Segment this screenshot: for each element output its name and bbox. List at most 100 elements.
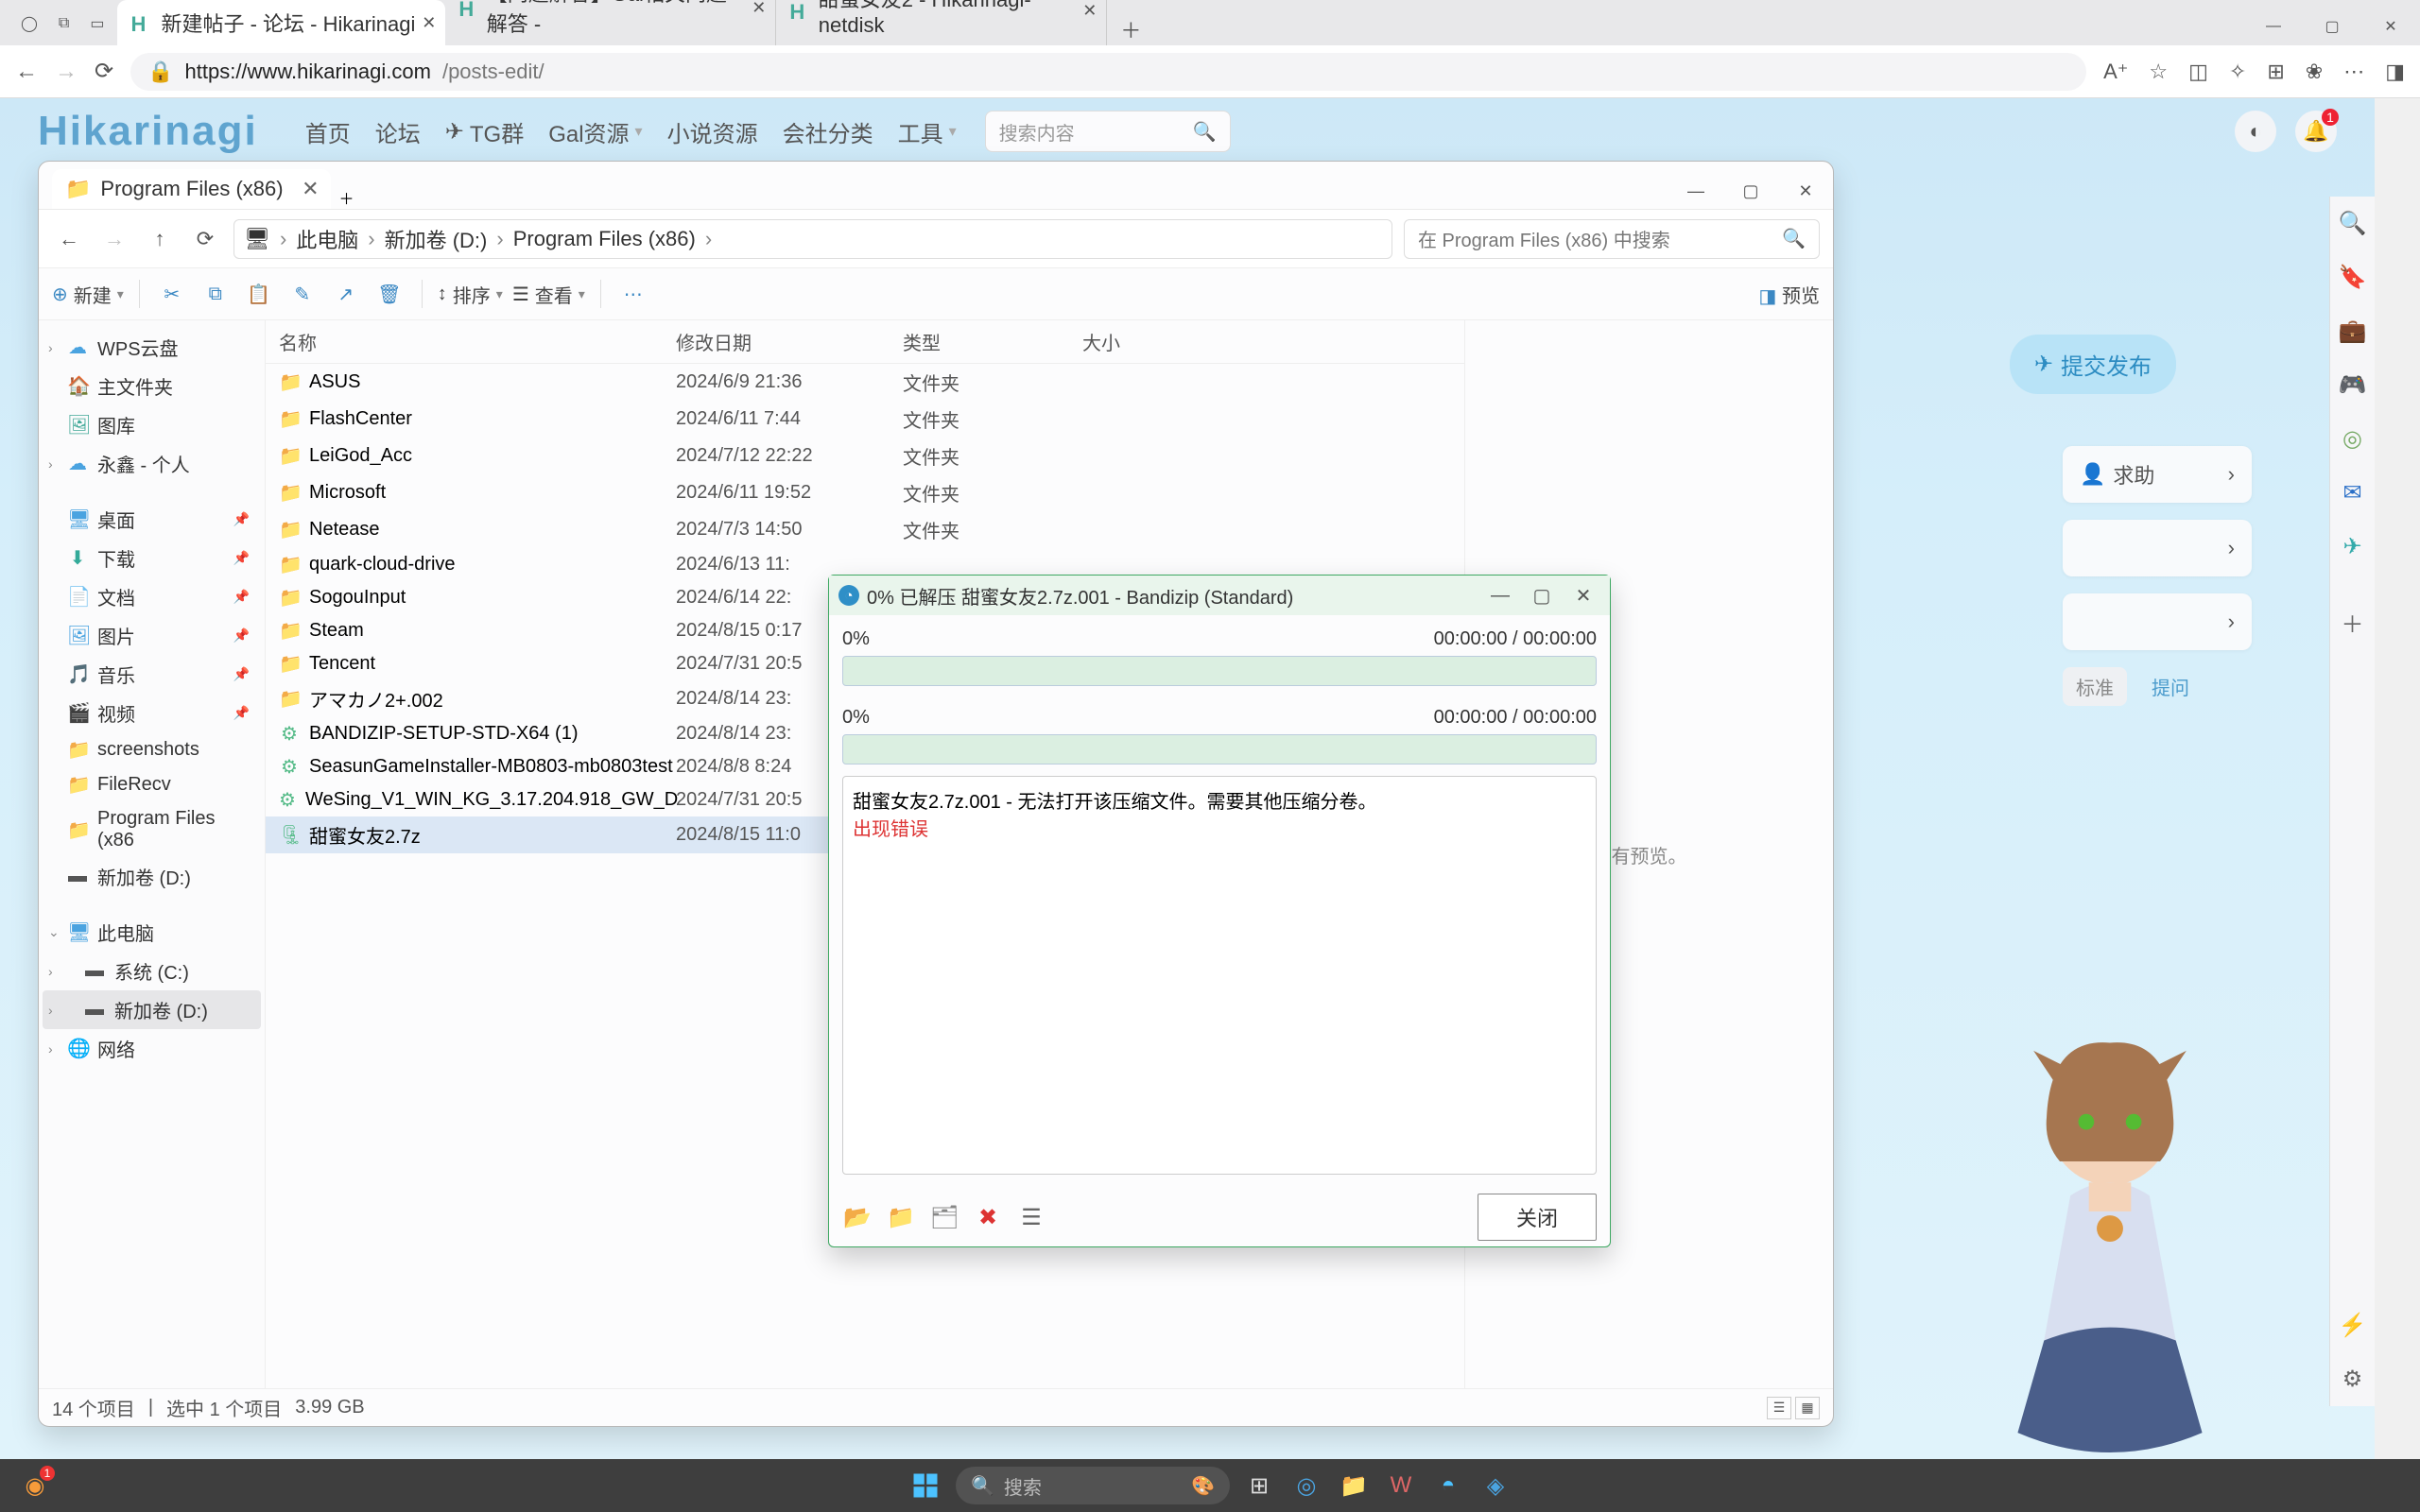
log-area[interactable]: 甜蜜女友2.7z.001 - 无法打开该压缩文件。需要其他压缩分卷。 出现错误 [842,776,1597,1175]
open-folder-icon[interactable]: 📂 [842,1202,873,1232]
close-icon[interactable]: ✕ [1564,582,1602,609]
task-view-icon[interactable]: ⊞ [1241,1468,1277,1503]
nav-thispc[interactable]: ⌄🖥此电脑 [43,913,261,952]
file-row[interactable]: 📁Microsoft2024/6/11 19:52文件夹 [266,474,1464,511]
side-help-row[interactable]: 👤求助 › [2063,446,2252,503]
drop-icon[interactable]: ✈ [2342,533,2361,560]
site-logo[interactable]: Hikarinagi [38,108,258,155]
nav-xinjia-2[interactable]: ›▬新加卷 (D:) [43,990,261,1029]
close-icon[interactable]: ✕ [1778,173,1833,209]
side-row-3[interactable]: › [2063,593,2252,650]
nav-screenshots[interactable]: 📁screenshots [43,732,261,767]
nav-documents[interactable]: 📄文档📌 [43,577,261,616]
workspaces-icon[interactable]: ⧉ [59,15,69,32]
col-type[interactable]: 类型 [903,328,1082,355]
nav-pf86[interactable]: 📁Program Files (x86 [43,802,261,857]
close-button[interactable]: 关闭 [1478,1194,1597,1241]
delete-icon[interactable]: 🗑 [372,277,406,311]
split-icon[interactable]: ◫ [2188,60,2208,84]
minimize-icon[interactable]: — [1481,582,1519,609]
share-icon[interactable]: ↗ [329,277,363,311]
nav-wps[interactable]: ›☁WPS云盘 [43,328,261,367]
col-date[interactable]: 修改日期 [676,328,903,355]
nav-xinjia[interactable]: ▬新加卷 (D:) [43,857,261,896]
col-size[interactable]: 大小 [1082,328,1196,355]
crumb-folder[interactable]: Program Files (x86) [513,227,696,251]
new-tab-button[interactable]: ＋ [1115,13,1147,45]
theme-icon[interactable]: ◐ [2235,111,2276,152]
nav-gal[interactable]: Gal资源 ▾ [548,115,642,148]
up-icon[interactable]: ↑ [143,222,177,256]
close-icon[interactable]: ✕ [2361,8,2420,45]
close-icon[interactable]: ✕ [752,0,766,18]
bandizip-titlebar[interactable]: ◔ 0% 已解压 甜蜜女友2.7z.001 - Bandizip (Standa… [829,576,1610,615]
nav-sysc[interactable]: ›▬系统 (C:) [43,952,261,990]
read-aloud-icon[interactable]: A⁺ [2103,60,2128,84]
crumb-thispc[interactable]: 此电脑 [296,224,358,254]
performance-icon[interactable]: ⚡ [2339,1312,2367,1339]
shopping-tag-icon[interactable]: 🔖 [2339,264,2367,291]
file-row[interactable]: 📁Netease2024/7/3 14:50文件夹 [266,511,1464,548]
star-icon[interactable]: ☆ [2149,60,2168,84]
nav-pictures[interactable]: 🖼图片📌 [43,616,261,655]
collections-icon[interactable]: ⊞ [2267,60,2284,84]
widget-icon[interactable]: ◉1 [17,1468,53,1503]
details-view-icon[interactable]: ☰ [1767,1397,1791,1419]
back-icon[interactable]: ← [15,59,38,85]
open-archive-icon[interactable]: 📁 [886,1202,916,1232]
taskbar-search[interactable]: 🔍 搜索 🎨 [956,1467,1230,1504]
refresh-icon[interactable]: ⟳ [188,222,222,256]
nav-mainfolder[interactable]: 🏠主文件夹 [43,367,261,405]
preview-toggle[interactable]: ◨ 预览 [1759,281,1820,308]
app-wps-icon[interactable]: W [1383,1468,1419,1503]
icons-view-icon[interactable]: ▦ [1795,1397,1820,1419]
menu-icon[interactable]: ⋯ [2343,60,2364,84]
tag-question[interactable]: 提问 [2138,667,2203,706]
delete-file-icon[interactable]: ✖ [973,1202,1003,1232]
file-explorer-icon[interactable]: 📁 [1336,1468,1372,1503]
maximize-icon[interactable]: ▢ [1723,173,1778,209]
close-icon[interactable]: ✕ [422,13,436,33]
copilot-icon[interactable]: ◎ [2342,425,2362,453]
nav-tg[interactable]: ✈ TG群 [445,115,524,148]
nav-novel[interactable]: 小说资源 [667,115,758,148]
file-row[interactable]: 📁FlashCenter2024/6/11 7:44文件夹 [266,401,1464,438]
search-icon[interactable]: 🔍 [2339,210,2367,237]
test-icon[interactable]: 🗂 [929,1202,959,1232]
copy-icon[interactable]: ⧉ [199,277,233,311]
cut-icon[interactable]: ✂ [155,277,189,311]
browser-tab-2[interactable]: H 甜蜜女友2 - Hikarinagi-netdisk ✕ [776,0,1107,45]
view-button[interactable]: ☰ 查看 ▾ [512,281,585,308]
maximize-icon[interactable]: ▢ [1523,582,1561,609]
browser-tab-1[interactable]: H 【问题解答】Gal相关问题解答 - ✕ [445,0,776,45]
explorer-search-input[interactable]: 在 Program Files (x86) 中搜索 🔍 [1404,219,1820,259]
back-icon[interactable]: ← [52,222,86,256]
nav-tools[interactable]: 工具 ▾ [898,115,957,148]
edge-icon[interactable]: ◓ [1430,1468,1466,1503]
extensions-icon[interactable]: ❀ [2306,60,2323,84]
app-todesk2-icon[interactable]: ◈ [1478,1468,1513,1503]
explorer-titlebar[interactable]: 📁 Program Files (x86) ✕ ＋ — ▢ ✕ [39,162,1833,209]
favorites-icon[interactable]: ✧ [2229,60,2246,84]
nav-home[interactable]: 首页 [305,115,351,148]
minimize-icon[interactable]: — [1668,173,1723,209]
tab-actions-icon[interactable]: ▭ [90,14,104,33]
nav-onedrive[interactable]: ›☁永鑫 - 个人 [43,444,261,483]
explorer-tab[interactable]: 📁 Program Files (x86) ✕ [52,169,331,209]
list-header[interactable]: 名称 修改日期 类型 大小 [266,320,1464,364]
site-search-input[interactable]: 搜索内容 🔍 [985,111,1231,152]
url-input[interactable]: 🔒 https://www.hikarinagi.com/posts-edit/ [130,53,2086,91]
side-row-2[interactable]: › [2063,520,2252,576]
new-tab-button[interactable]: ＋ [331,186,363,209]
nav-network[interactable]: ›🌐网络 [43,1029,261,1068]
settings-icon[interactable]: ⚙ [2342,1366,2363,1393]
explorer-nav-tree[interactable]: ›☁WPS云盘 🏠主文件夹 🖼图库 ›☁永鑫 - 个人 🖥桌面📌 ⬇下载📌 📄文… [39,320,266,1388]
rename-icon[interactable]: ✎ [285,277,320,311]
profile-icon[interactable]: ◯ [21,14,38,33]
sort-button[interactable]: ↕ 排序 ▾ [438,281,503,308]
close-icon[interactable]: ✕ [302,177,319,201]
nav-gallery[interactable]: 🖼图库 [43,405,261,444]
tag-standard[interactable]: 标准 [2063,667,2127,706]
breadcrumb[interactable]: 🖥› 此电脑› 新加卷 (D:)› Program Files (x86)› [233,219,1392,259]
file-row[interactable]: 📁ASUS2024/6/9 21:36文件夹 [266,364,1464,401]
